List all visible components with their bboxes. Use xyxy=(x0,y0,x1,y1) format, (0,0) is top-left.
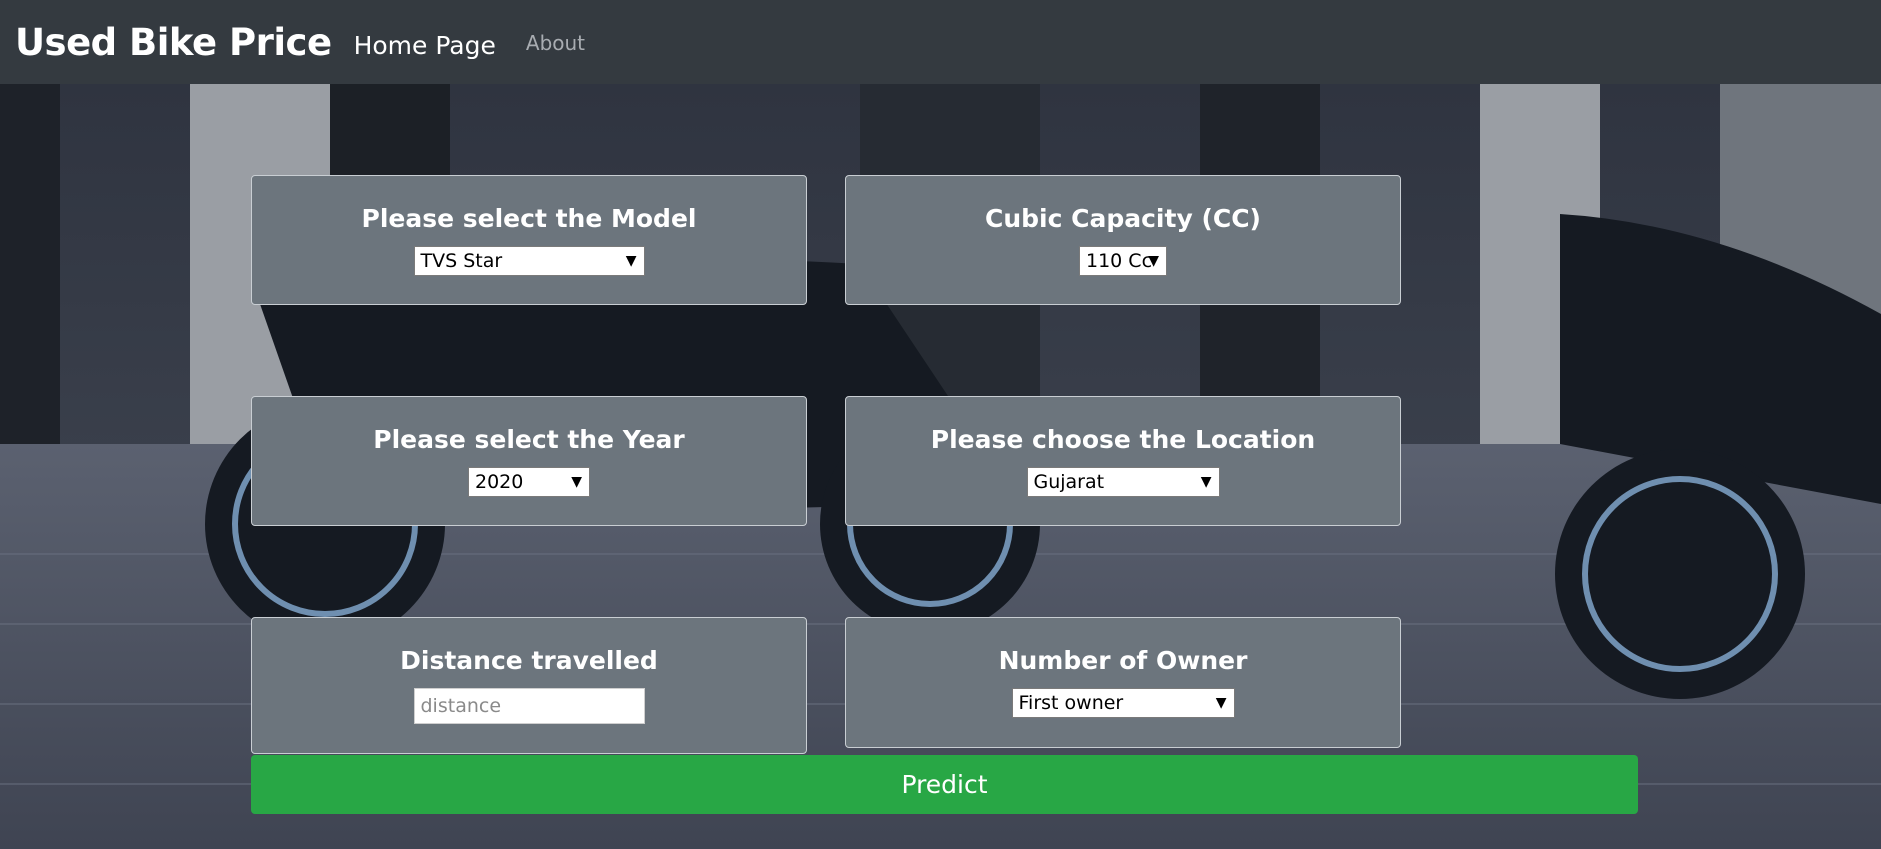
model-label: Please select the Model xyxy=(361,204,697,233)
chevron-down-icon: ▼ xyxy=(571,474,582,490)
year-select[interactable]: 2020 ▼ xyxy=(468,467,590,497)
year-label: Please select the Year xyxy=(373,425,685,454)
owner-select[interactable]: First owner ▼ xyxy=(1011,688,1235,718)
cc-label: Cubic Capacity (CC) xyxy=(984,204,1261,233)
brand-title[interactable]: Used Bike Price xyxy=(15,21,332,64)
owner-card: Number of Owner First owner ▼ xyxy=(845,617,1401,748)
year-card: Please select the Year 2020 ▼ xyxy=(251,396,807,526)
owner-select-value: First owner xyxy=(1018,692,1124,714)
nav-link-home[interactable]: Home Page xyxy=(354,31,496,60)
distance-placeholder: distance xyxy=(420,695,502,717)
chevron-down-icon: ▼ xyxy=(1148,253,1159,269)
location-select[interactable]: Gujarat ▼ xyxy=(1026,467,1220,497)
distance-label: Distance travelled xyxy=(400,646,658,675)
navbar: Used Bike Price Home Page About xyxy=(0,0,1881,84)
chevron-down-icon: ▼ xyxy=(1200,474,1212,490)
distance-card: Distance travelled distance xyxy=(251,617,807,754)
nav-link-about[interactable]: About xyxy=(526,31,585,55)
location-select-value: Gujarat xyxy=(1033,471,1105,493)
location-card: Please choose the Location Gujarat ▼ xyxy=(845,396,1401,526)
chevron-down-icon: ▼ xyxy=(625,253,637,269)
distance-input[interactable]: distance xyxy=(413,688,645,724)
chevron-down-icon: ▼ xyxy=(1215,695,1227,711)
cc-select[interactable]: 110 Cc ▼ xyxy=(1079,246,1167,276)
model-select-value: TVS Star xyxy=(420,250,503,272)
cc-card: Cubic Capacity (CC) 110 Cc ▼ xyxy=(845,175,1401,305)
location-label: Please choose the Location xyxy=(930,425,1316,454)
owner-label: Number of Owner xyxy=(998,646,1248,675)
cc-select-value: 110 Cc xyxy=(1086,250,1153,272)
predict-button[interactable]: Predict xyxy=(251,755,1638,814)
model-select[interactable]: TVS Star ▼ xyxy=(413,246,645,276)
model-card: Please select the Model TVS Star ▼ xyxy=(251,175,807,305)
year-select-value: 2020 xyxy=(475,471,524,493)
